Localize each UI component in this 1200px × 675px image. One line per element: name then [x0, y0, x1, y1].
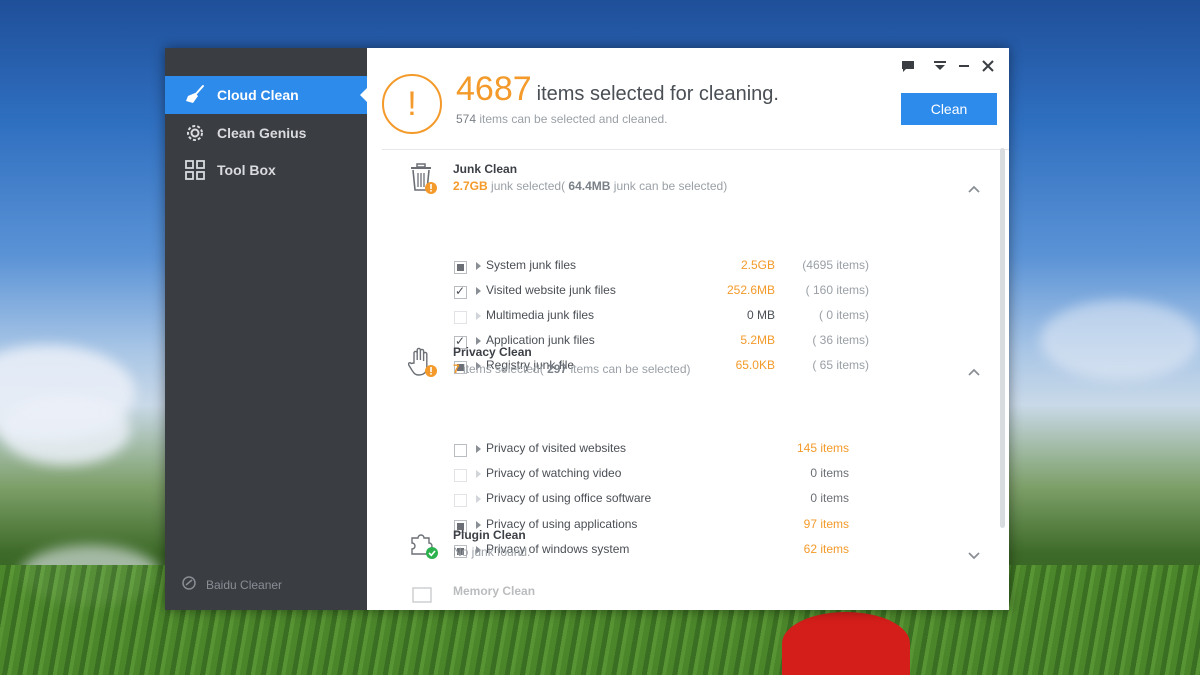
junk-selected-size: 2.7GB	[453, 179, 488, 193]
list-item[interactable]: Visited website junk files 252.6MB ( 160…	[382, 282, 982, 304]
section-title: Junk Clean	[453, 162, 518, 176]
section-plugin-clean[interactable]: Plugin Clean No junk found.	[382, 528, 982, 568]
list-item[interactable]: Privacy of visited websites 145 items	[382, 440, 982, 462]
hand-icon	[407, 345, 440, 379]
list-item[interactable]: System junk files 2.5GB (4695 items)	[382, 257, 982, 279]
expand-arrow-icon[interactable]	[476, 445, 481, 453]
subline-text: items can be selected and cleaned.	[479, 112, 668, 126]
app-window: Cloud Clean Clean Genius Tool Box Baidu …	[165, 48, 1009, 610]
sidebar-item-label: Clean Genius	[217, 125, 307, 141]
baidu-cleaner-logo-icon	[182, 576, 196, 593]
trash-icon	[408, 162, 440, 196]
sidebar-item-cloud-clean[interactable]: Cloud Clean	[165, 76, 367, 114]
expand-arrow-icon[interactable]	[476, 337, 481, 345]
checkbox[interactable]	[454, 444, 467, 457]
section-summary: 2.7GB junk selected( 64.4MB junk can be …	[453, 179, 727, 193]
sidebar-item-label: Cloud Clean	[217, 87, 299, 103]
poppy-flower	[782, 612, 910, 675]
brand: Baidu Cleaner	[182, 576, 282, 593]
item-label: Privacy of watching video	[486, 466, 622, 480]
item-label: Visited website junk files	[486, 283, 616, 297]
section-summary: No junk found.	[453, 545, 531, 559]
expand-arrow-icon[interactable]	[476, 495, 481, 503]
headline-text: items selected for cleaning.	[536, 83, 779, 105]
item-count: ( 0 items)	[818, 308, 869, 322]
item-label: Privacy of visited websites	[486, 441, 627, 455]
available-count: 574	[456, 112, 477, 126]
privacy-available-text: items can be selected)	[570, 362, 691, 376]
subline: 574 items can be selected and cleaned.	[456, 112, 668, 126]
item-label: Multimedia junk files	[486, 308, 595, 322]
selected-count: 4687	[456, 70, 532, 108]
item-size: 0 MB	[746, 308, 775, 322]
expand-arrow-icon[interactable]	[476, 287, 481, 295]
section-summary: 7 items selected( 297 items can be selec…	[453, 362, 691, 376]
menu-icon[interactable]	[929, 58, 951, 74]
item-label: Privacy of using office software	[486, 491, 652, 505]
privacy-selected-text: items selected(	[463, 362, 544, 376]
junk-selected-text: junk selected(	[491, 179, 566, 193]
broom-icon	[183, 83, 207, 107]
feedback-icon[interactable]	[897, 58, 919, 74]
checkbox[interactable]	[454, 494, 467, 507]
warning-icon: !	[382, 74, 442, 134]
checkbox[interactable]	[454, 469, 467, 482]
list-item[interactable]: Multimedia junk files 0 MB ( 0 items)	[382, 307, 982, 329]
section-privacy-clean[interactable]: Privacy Clean 7 items selected( 297 item…	[382, 345, 982, 385]
brand-name: Baidu Cleaner	[206, 577, 283, 592]
list-item[interactable]: Privacy of using office software 0 items	[382, 490, 982, 512]
expand-arrow-icon[interactable]	[476, 470, 481, 478]
privacy-available-count: 297	[547, 362, 568, 376]
main-panel: ! 4687 items selected for cleaning. 574 …	[367, 48, 1009, 610]
sidebar: Cloud Clean Clean Genius Tool Box Baidu …	[165, 48, 367, 610]
grid-icon	[183, 158, 207, 182]
privacy-selected-count: 7	[453, 362, 460, 376]
item-label: System junk files	[486, 258, 577, 272]
clean-button[interactable]: Clean	[901, 93, 997, 125]
item-size: 252.6MB	[726, 283, 775, 297]
section-junk-clean[interactable]: Junk Clean 2.7GB junk selected( 64.4MB j…	[382, 162, 982, 202]
list-item[interactable]: Privacy of watching video 0 items	[382, 465, 982, 487]
puzzle-icon	[408, 528, 440, 562]
checkbox[interactable]	[454, 311, 467, 324]
gear-icon	[183, 121, 207, 145]
sidebar-item-label: Tool Box	[217, 162, 276, 178]
expand-arrow-icon[interactable]	[476, 312, 481, 320]
chevron-up-icon[interactable]	[967, 364, 983, 380]
active-indicator	[360, 88, 367, 102]
window-controls	[895, 58, 999, 74]
minimize-icon[interactable]	[953, 58, 975, 74]
expand-arrow-icon[interactable]	[476, 262, 481, 270]
junk-available-size: 64.4MB	[568, 179, 611, 193]
item-size: 2.5GB	[740, 258, 775, 272]
chevron-up-icon[interactable]	[967, 181, 983, 197]
item-count: (4695 items)	[802, 258, 869, 272]
sidebar-item-tool-box[interactable]: Tool Box	[165, 151, 367, 189]
page-title: 4687 items selected for cleaning.	[456, 70, 779, 109]
item-count: 145 items	[796, 441, 849, 455]
section-title: Privacy Clean	[453, 345, 532, 359]
close-icon[interactable]	[977, 58, 999, 74]
checkbox[interactable]	[454, 284, 467, 299]
sidebar-item-clean-genius[interactable]: Clean Genius	[165, 114, 367, 152]
item-count: 0 items	[810, 466, 849, 480]
results-list: Junk Clean 2.7GB junk selected( 64.4MB j…	[382, 150, 1004, 610]
item-count: ( 160 items)	[805, 283, 869, 297]
checkbox[interactable]	[454, 261, 467, 274]
item-count: 0 items	[810, 491, 849, 505]
memory-icon	[408, 584, 440, 610]
chevron-down-icon[interactable]	[967, 547, 983, 563]
section-title: Memory Clean	[453, 584, 536, 598]
section-memory-clean[interactable]: Memory Clean	[382, 584, 982, 610]
junk-available-text: junk can be selected)	[613, 179, 728, 193]
section-title: Plugin Clean	[453, 528, 526, 542]
scrollbar[interactable]	[1000, 148, 1005, 528]
